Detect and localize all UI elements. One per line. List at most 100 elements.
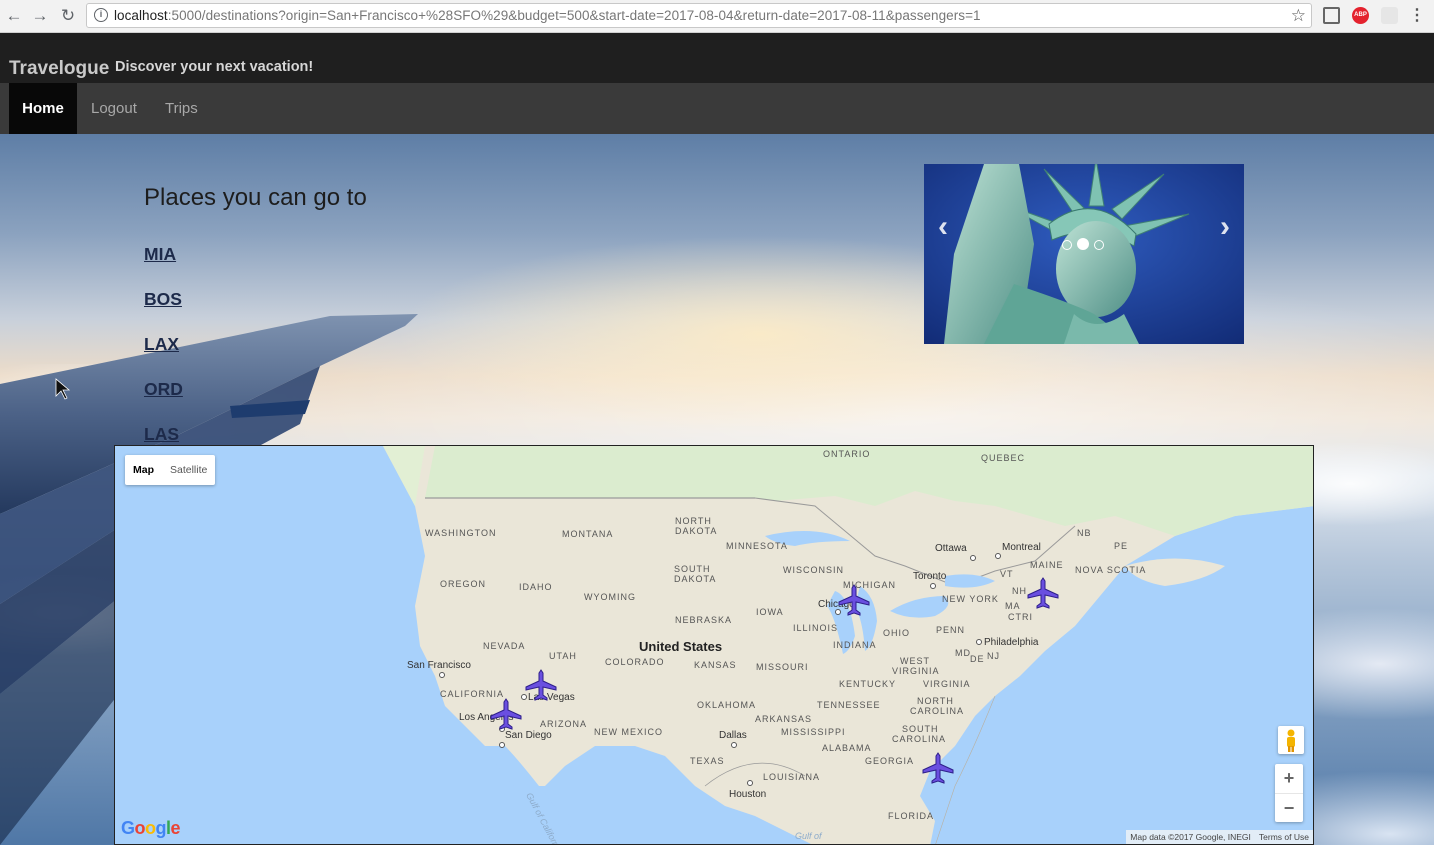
region-label: UTAH: [549, 651, 577, 661]
destination-marker-bos[interactable]: [1026, 577, 1060, 609]
region-label: MAINE: [1030, 560, 1064, 570]
region-label: GEORGIA: [865, 756, 915, 766]
region-label: KANSAS: [694, 660, 737, 670]
region-label: LOUISIANA: [763, 772, 821, 782]
street-view-pegman-icon[interactable]: [1278, 726, 1304, 754]
city-label: Philadelphia: [984, 637, 1039, 648]
region-label: CT: [1008, 612, 1022, 622]
region-label: MISSISSIPPI: [781, 727, 846, 737]
region-label: QUEBEC: [981, 453, 1026, 463]
region-label: SOUTH: [674, 564, 711, 574]
region-label: DE: [970, 654, 985, 664]
destination-marker-las[interactable]: [524, 669, 558, 701]
destination-link-mia[interactable]: MIA: [144, 244, 176, 265]
nav-trips[interactable]: Trips: [165, 83, 198, 134]
destination-marker-mia[interactable]: [921, 752, 955, 784]
nav-logout[interactable]: Logout: [91, 83, 137, 134]
region-label: KENTUCKY: [839, 679, 897, 689]
carousel-indicator-3[interactable]: [1094, 240, 1104, 250]
map-type-satellite[interactable]: Satellite: [162, 455, 215, 485]
region-label: TENNESSEE: [817, 700, 881, 710]
map-data-credit: Map data ©2017 Google, INEGI: [1130, 832, 1251, 842]
carousel-prev-button[interactable]: ‹: [938, 210, 948, 244]
brand-logo[interactable]: Travelogue: [9, 58, 109, 80]
city-label: Dallas: [719, 730, 747, 741]
site-info-icon[interactable]: i: [94, 8, 108, 22]
destination-link-ord[interactable]: ORD: [144, 379, 183, 400]
region-label: OHIO: [883, 628, 911, 638]
destination-link-bos[interactable]: BOS: [144, 289, 182, 310]
region-label: PENN: [936, 625, 966, 635]
region-label: MONTANA: [562, 529, 614, 539]
map-type-map[interactable]: Map: [125, 455, 162, 485]
region-label: NEVADA: [483, 641, 526, 651]
region-label: ONTARIO: [823, 449, 871, 459]
places-title: Places you can go to: [144, 184, 367, 211]
destination-link-lax[interactable]: LAX: [144, 334, 179, 355]
destination-marker-ord[interactable]: [837, 584, 871, 616]
region-label: OREGON: [440, 579, 487, 589]
city-label: San Francisco: [407, 660, 471, 671]
region-label: VIRGINIA: [892, 666, 940, 676]
region-label: ILLINOIS: [793, 623, 839, 633]
city-marker-dot: [930, 583, 936, 589]
destinations-map[interactable]: Map Satellite ONTARIO QUEBEC WASHINGTON M…: [114, 445, 1314, 845]
region-label: NORTH: [917, 696, 954, 706]
region-label: NB: [1077, 528, 1092, 538]
carousel-next-button[interactable]: ›: [1220, 210, 1230, 244]
city-label: Toronto: [913, 571, 947, 582]
app-header: Travelogue Discover your next vacation!: [0, 33, 1434, 83]
destination-marker-lax[interactable]: [489, 698, 523, 730]
region-label: WASHINGTON: [425, 528, 497, 538]
nav-home[interactable]: Home: [9, 83, 77, 134]
region-label: OKLAHOMA: [697, 700, 757, 710]
region-label: ARKANSAS: [755, 714, 813, 724]
city-marker-dot: [970, 555, 976, 561]
browser-menu-icon[interactable]: ⋮: [1409, 7, 1425, 24]
bookmark-star-icon[interactable]: ☆: [1291, 6, 1306, 26]
water-label: Gulf of: [795, 831, 822, 841]
city-label: Houston: [729, 789, 767, 800]
map-attribution: Map data ©2017 Google, INEGI Terms of Use: [1126, 830, 1313, 844]
region-label: FLORIDA: [888, 811, 935, 821]
region-label: WEST: [900, 656, 930, 666]
address-bar[interactable]: i localhost:5000/destinations?origin=San…: [86, 3, 1312, 28]
region-label: TEXAS: [690, 756, 725, 766]
forward-arrow-icon[interactable]: →: [30, 6, 50, 26]
region-label: DAKOTA: [675, 526, 718, 536]
browser-toolbar: ← → ↻ i localhost:5000/destinations?orig…: [0, 0, 1434, 33]
region-label: NORTH: [675, 516, 712, 526]
region-label: ALABAMA: [822, 743, 872, 753]
cast-icon[interactable]: [1323, 7, 1340, 24]
tagline: Discover your next vacation!: [115, 59, 314, 75]
region-label: IOWA: [756, 607, 784, 617]
destination-link-las[interactable]: LAS: [144, 424, 179, 445]
city-marker-dot: [976, 639, 982, 645]
terms-of-use-link[interactable]: Terms of Use: [1259, 832, 1309, 842]
zoom-control: + −: [1275, 764, 1303, 822]
carousel-indicator-2[interactable]: [1077, 238, 1089, 250]
extension-icon[interactable]: [1381, 7, 1398, 24]
region-label: NEW YORK: [942, 594, 999, 604]
address-url[interactable]: localhost:5000/destinations?origin=San+F…: [114, 8, 981, 23]
main-nav: Home Logout Trips: [0, 83, 1434, 134]
region-label: WISCONSIN: [783, 565, 845, 575]
zoom-in-button[interactable]: +: [1275, 764, 1303, 793]
reload-icon[interactable]: ↻: [58, 6, 78, 26]
adblock-plus-icon[interactable]: ABP: [1352, 7, 1369, 24]
region-label: NJ: [987, 651, 1000, 661]
city-marker-dot: [747, 780, 753, 786]
region-label: CAROLINA: [892, 734, 947, 744]
region-label: CAROLINA: [910, 706, 965, 716]
carousel-indicator-1[interactable]: [1062, 240, 1072, 250]
region-label: NEBRASKA: [675, 615, 733, 625]
city-marker-dot: [731, 742, 737, 748]
region-label: ARIZONA: [540, 719, 588, 729]
zoom-out-button[interactable]: −: [1275, 793, 1303, 822]
region-label: INDIANA: [833, 640, 877, 650]
image-carousel[interactable]: ‹ ›: [924, 164, 1244, 344]
google-logo: Google: [121, 818, 181, 838]
hero-background: Places you can go to MIA BOS LAX ORD LAS: [0, 134, 1434, 845]
region-label: MINNESOTA: [726, 541, 788, 551]
back-arrow-icon[interactable]: ←: [4, 6, 24, 26]
